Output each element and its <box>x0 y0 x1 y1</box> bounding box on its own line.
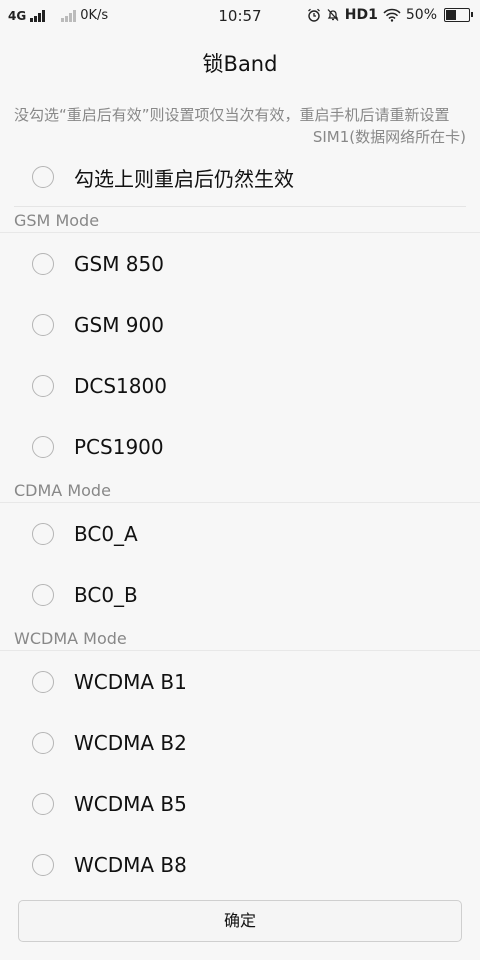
band-option-radio[interactable] <box>32 583 54 606</box>
status-bar: 4G 0K/s 10:57 HD1 50% <box>0 0 480 34</box>
band-option-row[interactable]: GSM 850 <box>0 233 480 294</box>
band-option-row[interactable]: WCDMA B2 <box>0 712 480 773</box>
status-right: HD1 50% <box>307 7 473 23</box>
persist-option-radio[interactable] <box>32 166 54 188</box>
page-title: 锁Band <box>202 52 278 76</box>
persist-option-label: 勾选上则重启后仍然生效 <box>74 166 294 191</box>
hd-voice-label: HD1 <box>344 7 378 23</box>
section-header: GSM Mode <box>0 210 480 233</box>
band-option-radio[interactable] <box>32 522 54 545</box>
mute-notifications-icon <box>327 9 339 21</box>
band-option-label: WCDMA B1 <box>74 669 187 694</box>
content-area: 没勾选“重启后有效”则设置项仅当次有效，重启手机后请重新设置 SIM1(数据网络… <box>0 104 480 895</box>
band-option-label: PCS1900 <box>74 434 164 459</box>
band-option-row[interactable]: PCS1900 <box>0 416 480 477</box>
band-option-label: WCDMA B5 <box>74 791 187 816</box>
band-option-row[interactable]: BC0_A <box>0 503 480 564</box>
confirm-button[interactable]: 确定 <box>18 900 462 942</box>
band-option-label: BC0_A <box>74 521 138 546</box>
band-option-radio[interactable] <box>32 731 54 754</box>
band-option-row[interactable]: DCS1800 <box>0 355 480 416</box>
band-option-radio[interactable] <box>32 853 54 876</box>
band-option-label: WCDMA B2 <box>74 730 187 755</box>
section-header: WCDMA Mode <box>0 628 480 651</box>
band-option-radio[interactable] <box>32 313 54 336</box>
band-option-row[interactable]: GSM 900 <box>0 294 480 355</box>
persist-option-row[interactable]: 勾选上则重启后仍然生效 <box>0 148 480 206</box>
divider <box>14 206 466 207</box>
band-option-label: BC0_B <box>74 582 138 607</box>
band-option-label: DCS1800 <box>74 373 167 398</box>
section-header: CDMA Mode <box>0 480 480 503</box>
band-option-radio[interactable] <box>32 670 54 693</box>
battery-fill <box>446 10 456 20</box>
band-option-label: GSM 850 <box>74 251 164 276</box>
band-option-row[interactable]: WCDMA B5 <box>0 773 480 834</box>
wifi-icon <box>383 8 401 22</box>
band-option-radio[interactable] <box>32 252 54 275</box>
notice-text: 没勾选“重启后有效”则设置项仅当次有效，重启手机后请重新设置 <box>14 106 450 124</box>
band-option-radio[interactable] <box>32 374 54 397</box>
alarm-icon <box>307 8 320 22</box>
band-option-row[interactable]: WCDMA B1 <box>0 651 480 712</box>
band-option-label: WCDMA B8 <box>74 852 187 877</box>
battery-percent: 50% <box>405 7 437 23</box>
band-option-radio[interactable] <box>32 792 54 815</box>
band-option-row[interactable]: WCDMA B8 <box>0 834 480 895</box>
battery-icon <box>444 8 473 22</box>
band-sections: GSM Mode GSM 850 GSM 900 DCS1800 PCS1900 CDMA… <box>0 210 480 895</box>
sim-label: SIM1(数据网络所在卡) <box>312 128 466 146</box>
band-option-label: GSM 900 <box>74 312 164 337</box>
band-option-row[interactable]: BC0_B <box>0 564 480 625</box>
band-option-radio[interactable] <box>32 435 54 458</box>
